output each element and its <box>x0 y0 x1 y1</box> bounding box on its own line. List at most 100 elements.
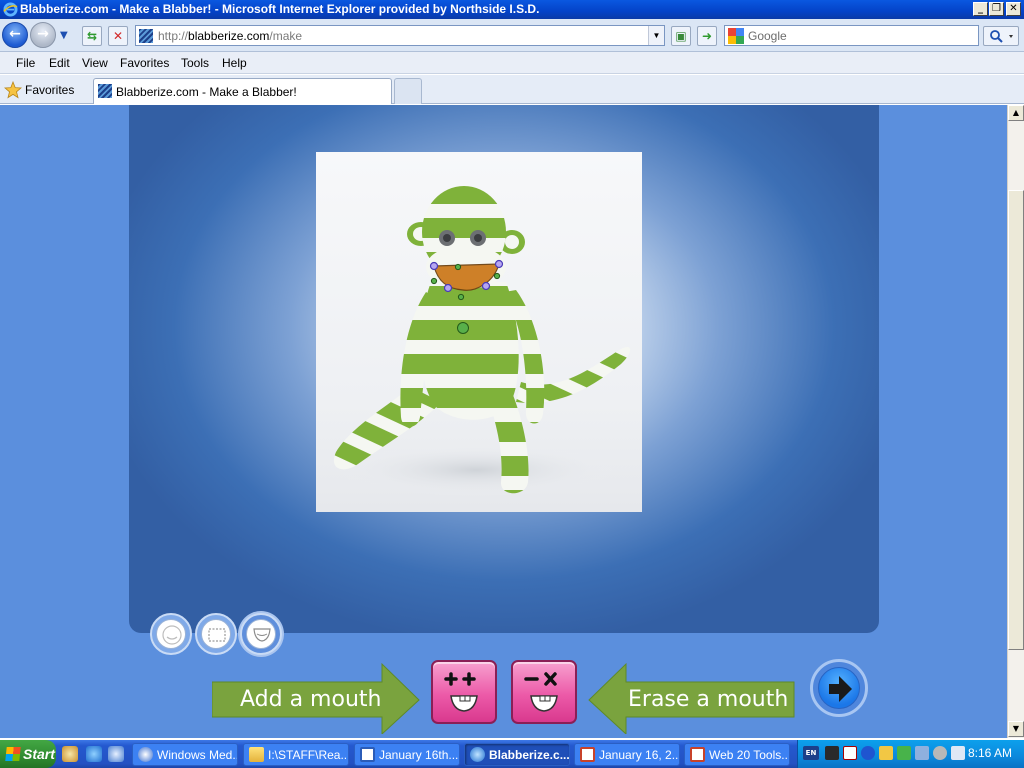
mouth-handle[interactable] <box>481 281 491 291</box>
window-title-bar: Blabberize.com - Make a Blabber! - Micro… <box>0 0 1024 19</box>
add-mouth-button[interactable] <box>431 660 497 724</box>
jaw-pivot-handle[interactable] <box>457 322 469 334</box>
page-content: Add a mouth Erase a mouth <box>0 105 1007 738</box>
next-step-button[interactable] <box>810 659 868 717</box>
refresh-icon: ⇆ <box>86 29 98 43</box>
mouth-tool-button[interactable] <box>240 613 282 655</box>
window-title: Blabberize.com - Make a Blabber! - Micro… <box>20 2 540 16</box>
address-bar[interactable]: http://blabberize.com/make ▼ <box>135 25 665 46</box>
quicklaunch-desktop-icon[interactable] <box>62 746 78 762</box>
system-tray: EN 8:16 AM <box>797 740 1024 768</box>
stop-button[interactable]: ✕ <box>108 26 128 46</box>
bluetooth-icon[interactable] <box>861 746 875 760</box>
menu-bar: File Edit View Favorites Tools Help <box>0 52 1024 74</box>
start-label: Start <box>23 746 55 762</box>
mouth-handle[interactable] <box>454 263 462 271</box>
presentation-icon <box>690 747 705 762</box>
quicklaunch-ie-icon[interactable] <box>86 746 102 762</box>
mouth-handle[interactable] <box>443 283 453 293</box>
tab-blabberize[interactable]: Blabberize.com - Make a Blabber! <box>93 78 392 104</box>
language-indicator-icon[interactable]: EN <box>803 746 819 760</box>
back-button[interactable]: ← <box>2 22 28 48</box>
go-arrow-icon: ➜ <box>701 29 713 43</box>
task-powerpoint[interactable]: January 16, 2... <box>574 743 680 766</box>
security-shield-icon[interactable] <box>879 746 893 760</box>
windows-taskbar: Start Windows Med... I:\STAFF\Rea... Jan… <box>0 740 1024 768</box>
search-placeholder: Google <box>748 29 787 43</box>
mouth-handle[interactable] <box>457 293 465 301</box>
word-document-icon <box>360 747 375 762</box>
google-logo-icon <box>728 28 744 44</box>
erase-mouth-button[interactable] <box>511 660 577 724</box>
task-windows-media[interactable]: Windows Med... <box>132 743 238 766</box>
menu-help[interactable]: Help <box>222 56 247 70</box>
face-tool-button[interactable] <box>150 613 192 655</box>
scrollbar-thumb[interactable] <box>1008 190 1024 650</box>
add-mouth-label: Add a mouth <box>240 687 382 712</box>
media-player-icon <box>138 747 153 762</box>
back-arrow-icon: ← <box>9 26 21 42</box>
add-mouth-hint: Add a mouth <box>211 662 420 736</box>
erase-mouth-icon <box>524 672 558 712</box>
mouth-handle[interactable] <box>494 259 504 269</box>
forward-button[interactable]: → <box>30 22 56 48</box>
tray-close-icon[interactable] <box>843 746 857 760</box>
favorites-label: Favorites <box>25 83 75 97</box>
crop-tool-button[interactable] <box>195 613 237 655</box>
next-arrow-icon <box>829 676 852 702</box>
add-mouth-icon <box>444 672 478 712</box>
address-url[interactable]: http://blabberize.com/make <box>158 29 302 43</box>
scroll-down-button[interactable]: ▼ <box>1008 721 1024 737</box>
uploaded-photo[interactable] <box>316 152 642 512</box>
refresh-button[interactable]: ⇆ <box>82 26 102 46</box>
mouth-handle[interactable] <box>429 261 439 271</box>
network-icon[interactable] <box>915 746 929 760</box>
menu-favorites[interactable]: Favorites <box>120 56 169 70</box>
scroll-up-button[interactable]: ▲ <box>1008 105 1024 121</box>
start-button[interactable]: Start <box>0 740 56 768</box>
sock-monkey-image <box>333 186 631 496</box>
search-button[interactable] <box>983 26 1019 46</box>
mouth-tool-icon <box>253 628 271 642</box>
mouth-handle[interactable] <box>430 277 438 285</box>
volume-icon[interactable] <box>933 746 947 760</box>
recent-pages-dropdown[interactable]: ▼ <box>60 30 70 41</box>
erase-mouth-hint: Erase a mouth <box>588 662 795 736</box>
compatibility-view-button[interactable]: ▣ <box>671 26 691 46</box>
address-dropdown[interactable]: ▼ <box>648 26 664 45</box>
favorites-star-icon <box>4 81 22 99</box>
clock: 8:16 AM <box>967 746 1012 760</box>
favorites-bar: Favorites Blabberize.com - Make a Blabbe… <box>0 75 1024 104</box>
tray-app-icon[interactable] <box>825 746 839 760</box>
close-button[interactable]: ✕ <box>1006 2 1021 16</box>
ie-logo-icon <box>3 2 18 17</box>
forward-arrow-icon: → <box>37 26 49 42</box>
task-blabberize[interactable]: Blabberize.c... <box>464 743 570 766</box>
tray-user-icon[interactable] <box>897 746 911 760</box>
vertical-scrollbar[interactable]: ▲ ▼ <box>1007 105 1024 738</box>
task-staff-folder[interactable]: I:\STAFF\Rea... <box>243 743 349 766</box>
menu-edit[interactable]: Edit <box>49 56 70 70</box>
quicklaunch-outlook-icon[interactable] <box>108 746 124 762</box>
restore-button[interactable]: ❐ <box>989 2 1004 16</box>
windows-flag-icon <box>5 747 21 761</box>
menu-tools[interactable]: Tools <box>181 56 209 70</box>
task-word-doc[interactable]: January 16th... <box>354 743 460 766</box>
search-box[interactable]: Google <box>724 25 979 46</box>
menu-view[interactable]: View <box>82 56 108 70</box>
ie-task-icon <box>470 747 485 762</box>
task-web20-tools[interactable]: Web 20 Tools... <box>684 743 790 766</box>
compatibility-icon: ▣ <box>675 29 687 43</box>
tab-favicon-icon <box>98 84 112 98</box>
go-button[interactable]: ➜ <box>697 26 717 46</box>
mouth-handle[interactable] <box>493 272 501 280</box>
site-favicon-icon <box>139 29 153 43</box>
address-toolbar: ← → ▼ ⇆ ✕ http://blabberize.com/make ▼ ▣… <box>0 19 1024 52</box>
tab-title: Blabberize.com - Make a Blabber! <box>116 85 297 99</box>
tray-connection-icon[interactable] <box>951 746 965 760</box>
powerpoint-icon <box>580 747 595 762</box>
menu-file[interactable]: File <box>16 56 35 70</box>
folder-icon <box>249 747 264 762</box>
new-tab-button[interactable] <box>394 78 422 104</box>
minimize-button[interactable]: _ <box>973 2 988 16</box>
